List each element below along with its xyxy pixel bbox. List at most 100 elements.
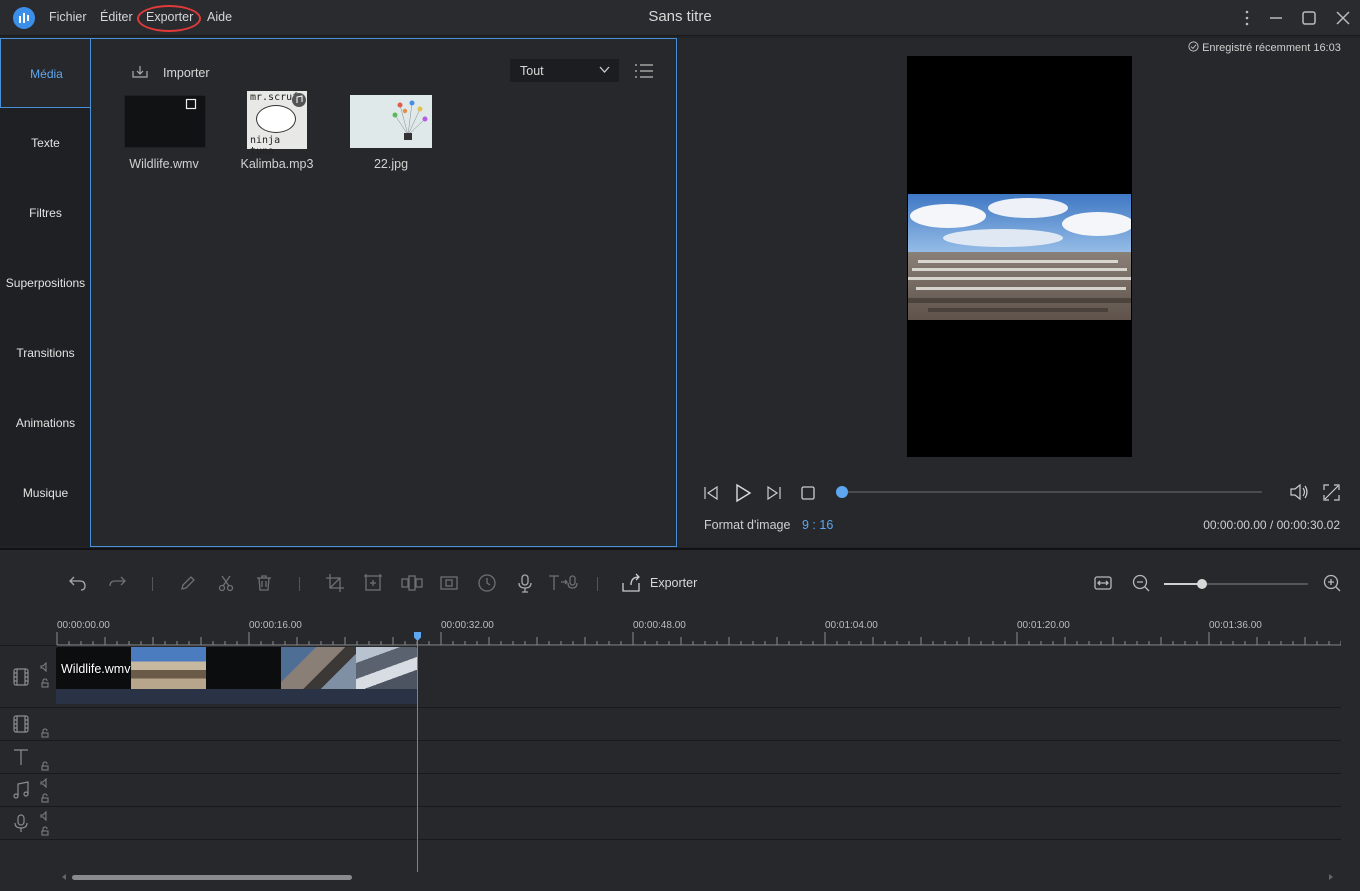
tab-musique[interactable]: Musique <box>0 458 91 528</box>
clip-label: Wildlife.wmv <box>61 662 131 676</box>
scroll-right-icon[interactable] <box>1327 873 1335 881</box>
album-art-text-top: mr.scruf <box>250 92 299 103</box>
undo-icon[interactable] <box>68 573 88 593</box>
music-track <box>0 774 1341 807</box>
crop-icon[interactable] <box>325 573 345 593</box>
maximize-icon[interactable] <box>1299 8 1319 28</box>
tab-superpositions[interactable]: Superpositions <box>0 248 91 318</box>
import-label: Importer <box>163 66 210 80</box>
zoom-slider-track[interactable] <box>1164 579 1308 589</box>
ruler-label: 00:00:00.00 <box>57 620 110 631</box>
ruler-label: 00:01:36.00 <box>1209 620 1262 631</box>
tab-transitions[interactable]: Transitions <box>0 318 91 388</box>
tab-media[interactable]: Média <box>0 38 92 108</box>
scissors-icon[interactable] <box>216 573 236 593</box>
media-name-wildlife: Wildlife.wmv <box>129 157 199 171</box>
close-icon[interactable] <box>1333 8 1353 28</box>
check-circle-icon <box>1188 41 1199 52</box>
media-name-kalimba: Kalimba.mp3 <box>240 157 314 171</box>
fullscreen-icon[interactable] <box>1322 483 1341 502</box>
time-ruler[interactable]: 00:00:00.00 00:00:16.00 00:00:32.00 00:0… <box>0 614 1341 646</box>
clip-frame-flock <box>356 647 417 689</box>
aspect-label: Format d'image <box>704 518 791 532</box>
scroll-left-icon[interactable] <box>60 873 68 881</box>
tab-filtres[interactable]: Filtres <box>0 178 91 248</box>
tab-texte[interactable]: Texte <box>0 108 91 178</box>
timeline-clip-wildlife[interactable]: Wildlife.wmv <box>56 647 417 704</box>
export-icon <box>622 573 640 592</box>
music-track-icon <box>13 781 29 799</box>
zoom-in-icon[interactable] <box>1322 573 1342 593</box>
speech-to-text-icon[interactable] <box>547 573 579 593</box>
track-lock-icon[interactable] <box>40 728 50 738</box>
prev-frame-icon[interactable] <box>702 484 720 502</box>
saved-status: Enregistré récemment 16:03 <box>1188 41 1341 54</box>
edit-pencil-icon[interactable] <box>178 573 198 593</box>
horizontal-scrollbar-thumb[interactable] <box>72 875 352 880</box>
video-canvas[interactable] <box>907 56 1132 457</box>
timeline-panel: Exporter 00:00:00.00 00:00:16.00 00:00:3… <box>0 548 1360 891</box>
video-frame-image <box>908 194 1131 320</box>
play-icon[interactable] <box>733 482 753 504</box>
aspect-value[interactable]: 9 : 16 <box>802 518 833 532</box>
music-badge-icon <box>292 93 306 107</box>
album-art-text-bottom: ninja tuna <box>250 135 281 157</box>
media-thumb-wildlife[interactable] <box>124 95 206 148</box>
voiceover-track-icon <box>14 814 28 832</box>
toolbar-divider <box>597 577 598 591</box>
media-name-22jpg: 22.jpg <box>373 157 409 171</box>
track-lock-icon[interactable] <box>40 793 50 803</box>
ruler-label: 00:00:32.00 <box>441 620 494 631</box>
saved-status-text: Enregistré récemment 16:03 <box>1202 42 1341 54</box>
zoom-slider-handle[interactable] <box>1197 579 1207 589</box>
title-bar: Fichier Éditer Exporter Aide Sans titre <box>0 0 1360 36</box>
video-badge-icon <box>185 98 197 110</box>
video-track-icon <box>13 715 29 733</box>
media-thumb-22jpg[interactable] <box>350 95 432 148</box>
video-track-main: Wildlife.wmv <box>0 647 1341 708</box>
chevron-down-icon <box>599 66 610 73</box>
clip-frame-dark <box>206 647 281 689</box>
ruler-label: 00:01:20.00 <box>1017 620 1070 631</box>
list-view-icon[interactable] <box>634 63 654 79</box>
media-thumb-kalimba[interactable]: mr.scruf ninja tuna <box>247 91 307 157</box>
volume-icon[interactable] <box>1288 482 1310 502</box>
filter-value: Tout <box>520 64 544 78</box>
ruler-label: 00:01:04.00 <box>825 620 878 631</box>
track-lock-icon[interactable] <box>40 678 50 688</box>
minimize-icon[interactable] <box>1266 8 1286 28</box>
duration-clock-icon[interactable] <box>477 573 497 593</box>
ruler-label: 00:00:48.00 <box>633 620 686 631</box>
voiceover-mic-icon[interactable] <box>515 573 535 593</box>
fit-timeline-icon[interactable] <box>1093 573 1113 593</box>
toolbar-divider <box>152 577 153 591</box>
track-lock-icon[interactable] <box>40 826 50 836</box>
track-lock-icon[interactable] <box>40 761 50 771</box>
mosaic-icon[interactable] <box>400 573 424 593</box>
image-thumb-graphic <box>392 100 428 140</box>
delete-icon[interactable] <box>254 573 274 593</box>
freeze-frame-icon[interactable] <box>439 573 459 593</box>
media-panel: Importer Tout Wildlife.wmv mr.scruf ninj… <box>90 38 677 547</box>
track-mute-icon[interactable] <box>40 811 50 821</box>
text-track <box>0 741 1341 774</box>
ruler-label: 00:00:16.00 <box>249 620 302 631</box>
redo-icon[interactable] <box>107 573 127 593</box>
import-icon <box>132 66 148 78</box>
sidebar-tabs: Média Texte Filtres Superpositions Trans… <box>0 38 92 546</box>
timeline-export-label: Exporter <box>650 576 698 590</box>
playback-progress-track[interactable] <box>836 486 1262 498</box>
tab-animations[interactable]: Animations <box>0 388 91 458</box>
stop-icon[interactable] <box>800 485 816 501</box>
next-frame-icon[interactable] <box>765 484 783 502</box>
clip-audio-waveform <box>56 689 417 704</box>
media-filter-select[interactable]: Tout <box>510 59 619 82</box>
video-track-2 <box>0 708 1341 741</box>
zoom-frame-icon[interactable] <box>363 573 383 593</box>
zoom-out-icon[interactable] <box>1131 573 1151 593</box>
playback-scrubber-handle[interactable] <box>836 486 848 498</box>
playhead[interactable] <box>414 632 421 872</box>
track-mute-icon[interactable] <box>40 778 50 788</box>
track-mute-icon[interactable] <box>40 662 50 672</box>
more-options-icon[interactable] <box>1237 8 1257 28</box>
